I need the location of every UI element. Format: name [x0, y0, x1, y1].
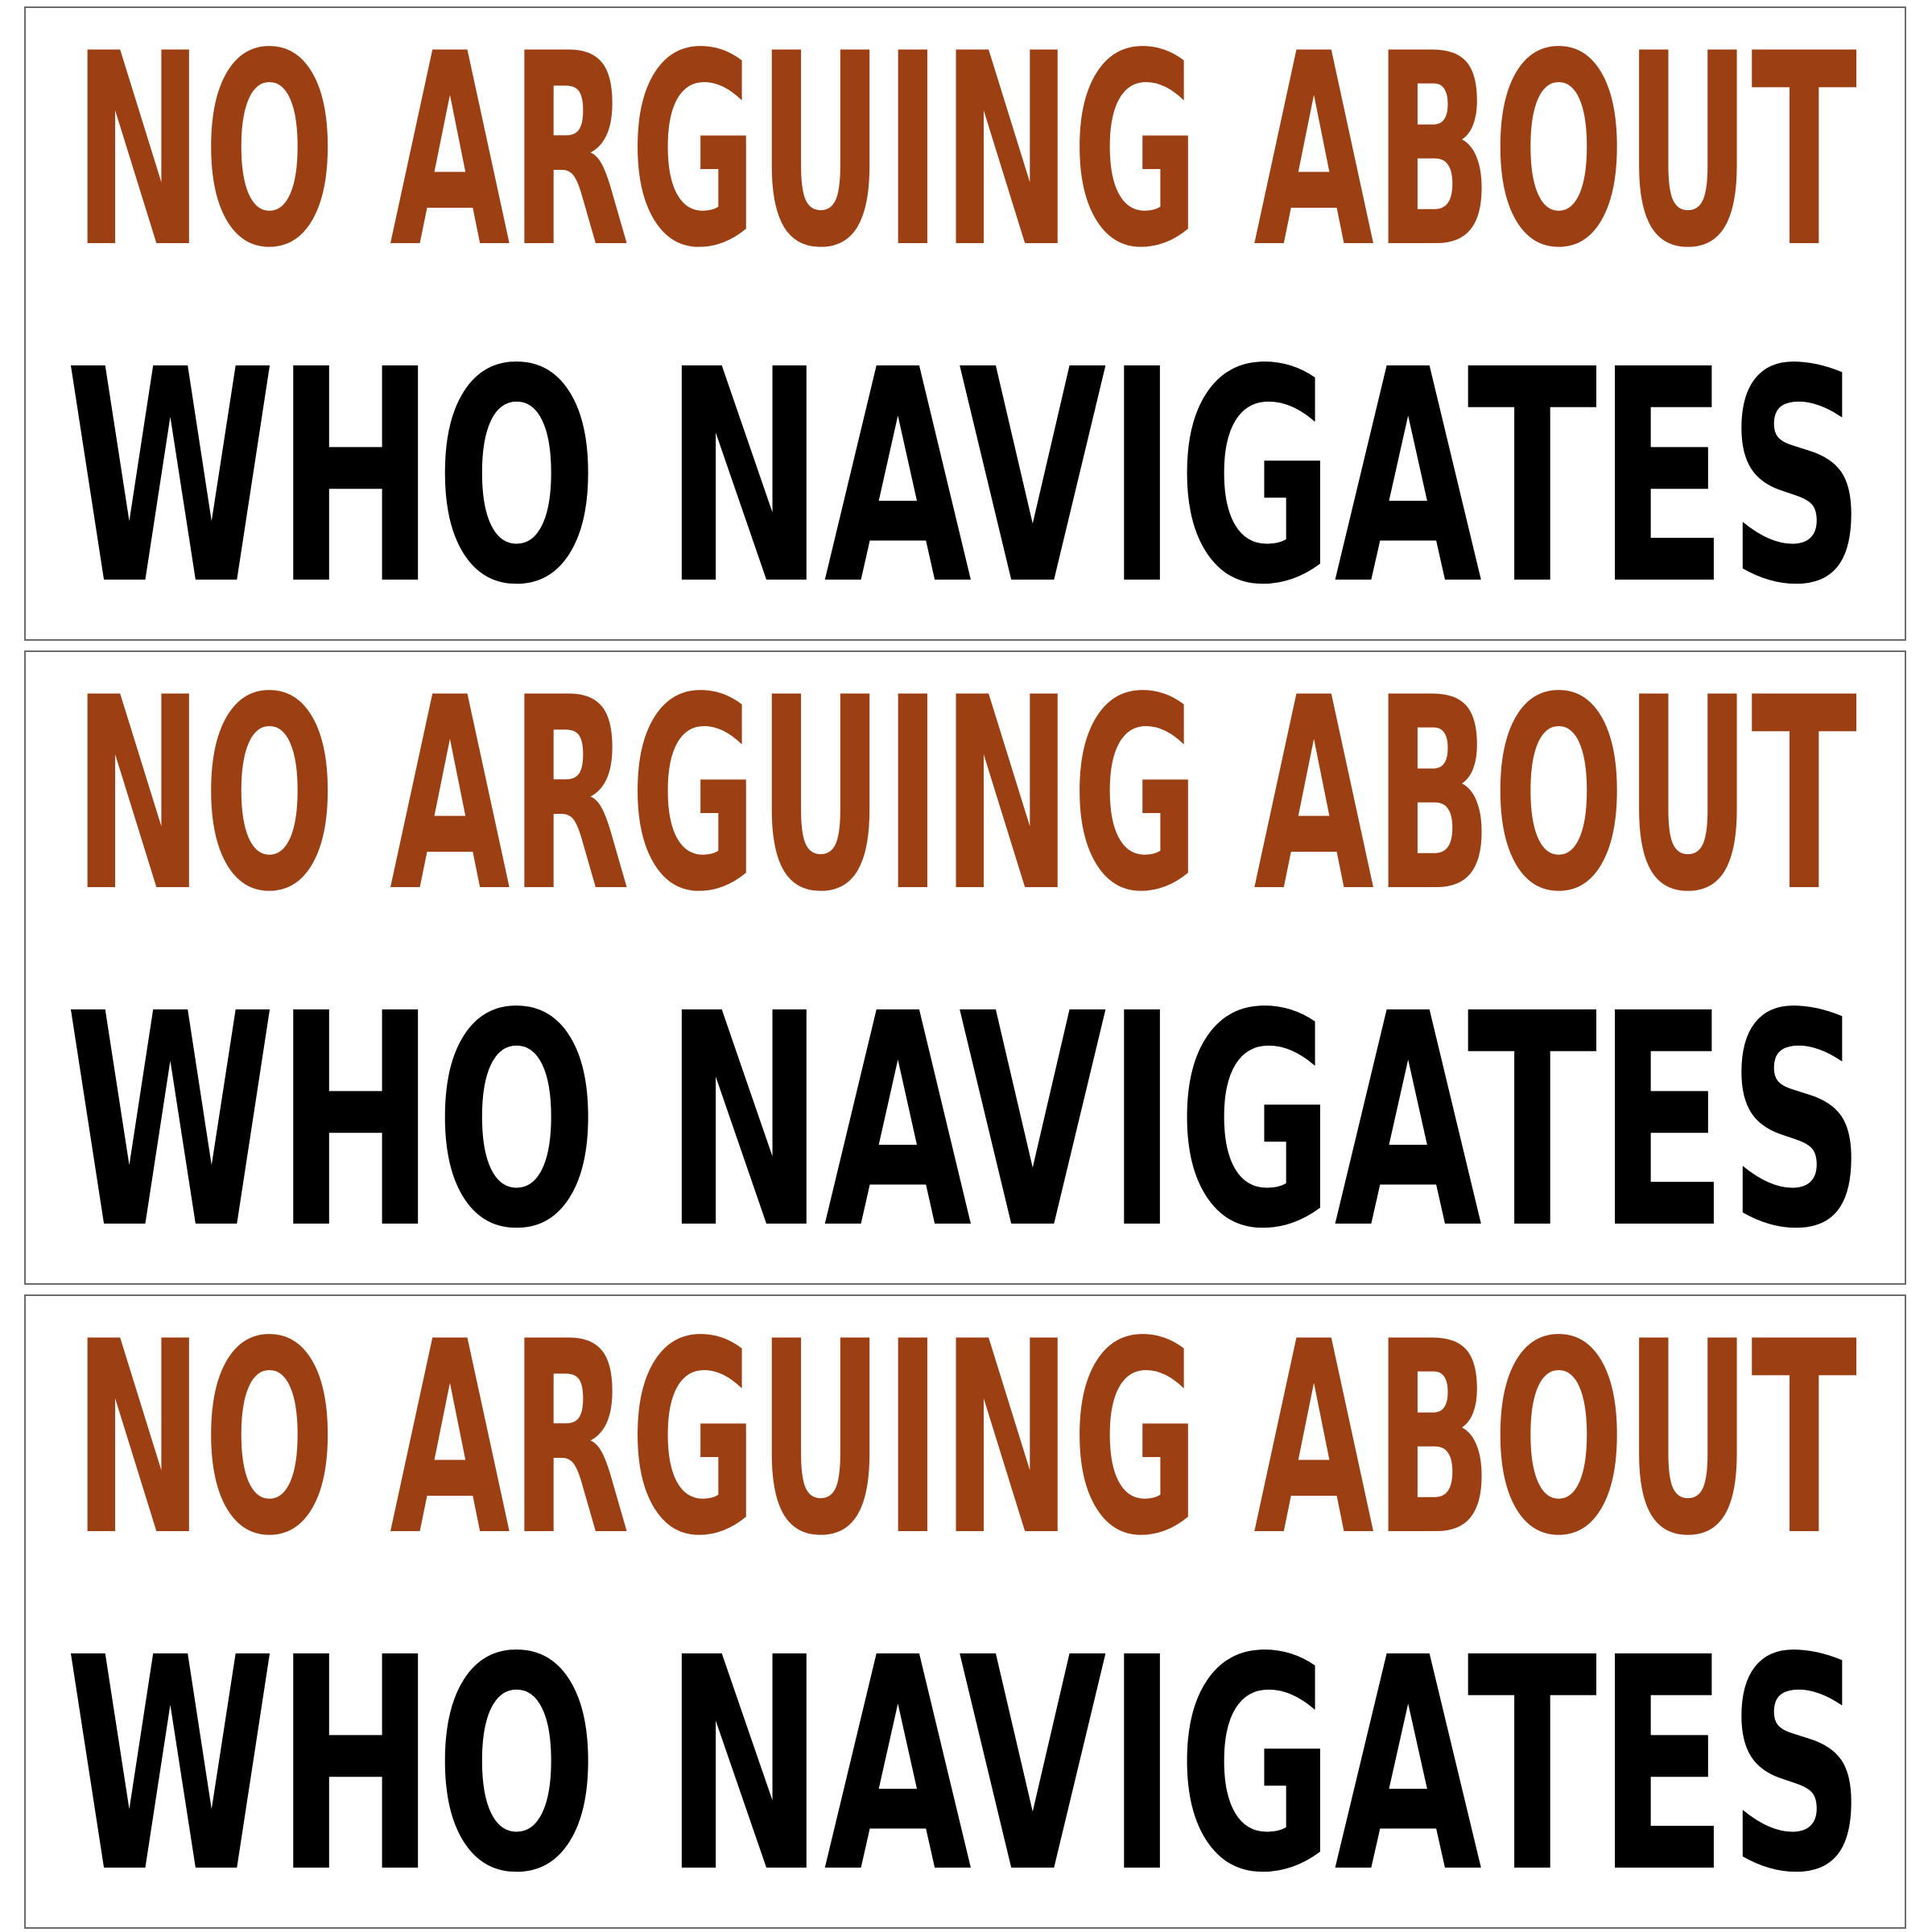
sticker-line-bottom-svg: WHO NAVIGATES [65, 308, 1865, 639]
sticker-line-bottom: WHO NAVIGATES [26, 952, 1905, 1283]
sticker-line-top: NO ARGUING ABOUT [26, 8, 1905, 306]
bumper-sticker: NO ARGUING ABOUT WHO NAVIGATES [24, 6, 1906, 641]
sticker-line-top-svg: NO ARGUING ABOUT [73, 652, 1858, 950]
bumper-sticker: NO ARGUING ABOUT WHO NAVIGATES [24, 1294, 1906, 1929]
sticker-sheet: NO ARGUING ABOUT WHO NAVIGATES NO ARGUIN… [0, 0, 1932, 1932]
sticker-text-rust: NO ARGUING ABOUT [73, 1294, 1858, 1594]
sticker-line-top-svg: NO ARGUING ABOUT [73, 8, 1858, 306]
sticker-line-bottom-svg: WHO NAVIGATES [65, 1596, 1865, 1927]
sticker-text-black: WHO NAVIGATES [65, 1596, 1865, 1929]
sticker-text-black: WHO NAVIGATES [65, 308, 1865, 641]
sticker-line-bottom: WHO NAVIGATES [26, 308, 1905, 639]
bumper-sticker: NO ARGUING ABOUT WHO NAVIGATES [24, 650, 1906, 1285]
sticker-text-black: WHO NAVIGATES [65, 952, 1865, 1285]
sticker-line-top: NO ARGUING ABOUT [26, 1296, 1905, 1594]
sticker-line-top: NO ARGUING ABOUT [26, 652, 1905, 950]
sticker-text-rust: NO ARGUING ABOUT [73, 650, 1858, 950]
sticker-line-top-svg: NO ARGUING ABOUT [73, 1296, 1858, 1594]
sticker-text-rust: NO ARGUING ABOUT [73, 6, 1858, 306]
sticker-line-bottom-svg: WHO NAVIGATES [65, 952, 1865, 1283]
sticker-line-bottom: WHO NAVIGATES [26, 1596, 1905, 1927]
